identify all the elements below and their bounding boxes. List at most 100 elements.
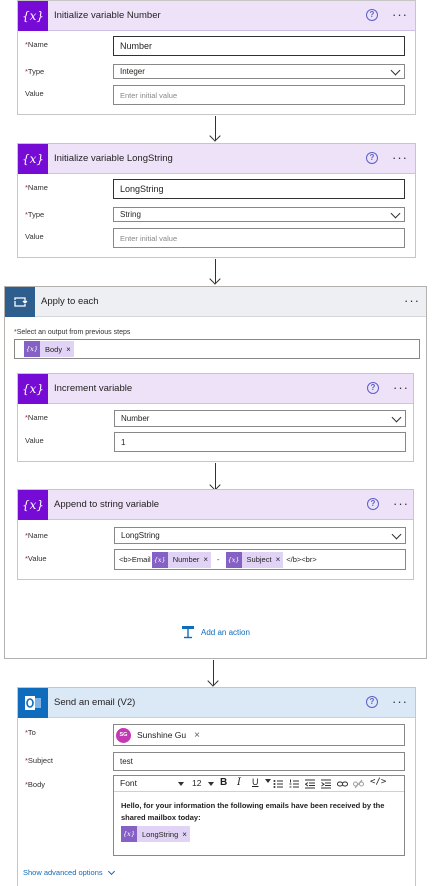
chevron-down-icon — [390, 208, 401, 219]
longstring-token[interactable]: {x} LongString × — [121, 826, 190, 842]
remove-icon[interactable]: × — [182, 830, 187, 839]
value-label: Value — [25, 436, 44, 445]
more-options-icon[interactable]: ··· — [404, 294, 420, 307]
connector-arrow — [215, 116, 216, 140]
append-header[interactable]: {x} Append to string variable ? ··· — [18, 490, 413, 520]
help-icon[interactable]: ? — [366, 9, 378, 21]
increment-header[interactable]: {x} Increment variable ? ··· — [18, 374, 413, 404]
type-select[interactable]: String — [113, 207, 405, 222]
numbered-list-icon[interactable] — [289, 779, 299, 789]
format-toolbar: Font 12 B I U </> — [114, 776, 404, 792]
subject-field[interactable]: test — [113, 752, 405, 771]
card-title: Apply to each — [41, 296, 99, 307]
help-icon[interactable]: ? — [366, 696, 378, 708]
bulleted-list-icon[interactable] — [273, 779, 283, 789]
text-color-icon[interactable] — [265, 779, 271, 783]
apply-to-each-header[interactable]: Apply to each ··· — [5, 287, 426, 317]
remove-icon[interactable]: × — [66, 345, 71, 354]
remove-icon[interactable]: × — [194, 730, 200, 741]
value-label: Value — [25, 232, 44, 241]
name-field[interactable]: LongString — [113, 179, 405, 199]
card-title: Append to string variable — [54, 499, 160, 510]
font-select[interactable]: Font — [120, 778, 186, 790]
name-field[interactable]: Number — [113, 36, 405, 56]
unlink-icon[interactable] — [353, 779, 364, 789]
remove-icon[interactable]: × — [203, 555, 208, 564]
variable-icon: {x} — [121, 826, 137, 842]
value-label: *Value — [25, 554, 47, 563]
help-icon[interactable]: ? — [366, 152, 378, 164]
number-token[interactable]: {x} Number × — [151, 551, 212, 568]
variable-icon: {x} — [18, 374, 48, 404]
value-field[interactable]: <b>Email {x} Number × - {x} Subject × </… — [114, 549, 406, 570]
more-options-icon[interactable]: ··· — [393, 381, 409, 394]
value-field[interactable]: 1 — [114, 432, 406, 452]
to-field[interactable]: SG Sunshine Gu × — [113, 724, 405, 746]
value-suffix-text: </b><br> — [286, 555, 317, 564]
select-output-field[interactable]: {x} Body × — [14, 339, 420, 359]
type-label: *Type — [25, 210, 45, 219]
avatar: SG — [116, 727, 131, 743]
italic-icon[interactable]: I — [237, 777, 241, 788]
body-label: *Body — [25, 780, 46, 789]
value-prefix-text: <b>Email — [119, 555, 151, 564]
type-select[interactable]: Integer — [113, 64, 405, 79]
loop-icon — [5, 287, 35, 317]
variable-icon: {x} — [18, 144, 48, 174]
token-label: LongString — [142, 829, 179, 839]
init-number-card: {x} Initialize variable Number ? ··· *Na… — [17, 0, 416, 115]
underline-icon[interactable]: U — [252, 777, 259, 787]
type-value: String — [120, 210, 141, 219]
more-options-icon[interactable]: ··· — [392, 151, 408, 164]
recipient-chip[interactable]: SG Sunshine Gu × — [116, 727, 200, 743]
card-title: Initialize variable LongString — [54, 153, 173, 164]
card-title: Send an email (V2) — [54, 697, 136, 708]
size-value: 12 — [192, 778, 202, 788]
more-options-icon[interactable]: ··· — [392, 8, 408, 21]
more-options-icon[interactable]: ··· — [393, 497, 409, 510]
recipient-name: Sunshine Gu — [137, 730, 187, 740]
name-select[interactable]: LongString — [114, 527, 406, 544]
token-label: Body — [45, 344, 63, 354]
name-label: *Name — [25, 413, 48, 422]
name-label: *Name — [25, 531, 48, 540]
subject-label: *Subject — [25, 756, 53, 765]
name-select[interactable]: Number — [114, 410, 406, 427]
send-email-header[interactable]: Send an email (V2) ? ··· — [18, 688, 415, 718]
more-options-icon[interactable]: ··· — [392, 695, 408, 708]
append-string-card: {x} Append to string variable ? ··· *Nam… — [17, 489, 414, 580]
remove-icon[interactable]: × — [276, 555, 281, 564]
value-label: Value — [25, 89, 44, 98]
bold-icon[interactable]: B — [220, 777, 227, 788]
value-field[interactable]: Enter initial value — [113, 228, 405, 248]
select-output-label: *Select an output from previous steps — [14, 329, 131, 336]
help-icon[interactable]: ? — [367, 382, 379, 394]
outlook-icon — [18, 688, 48, 718]
decrease-indent-icon[interactable] — [305, 779, 315, 789]
token-label: Number — [172, 555, 200, 564]
chevron-down-icon — [107, 867, 115, 875]
help-icon[interactable]: ? — [367, 498, 379, 510]
size-select[interactable]: 12 — [192, 778, 214, 790]
apply-to-each-card: Apply to each ··· *Select an output from… — [4, 286, 427, 659]
increase-indent-icon[interactable] — [321, 779, 331, 789]
body-editor[interactable]: Font 12 B I U </> Hello, for your inform… — [113, 775, 405, 856]
name-value: Number — [121, 414, 150, 423]
font-value: Font — [120, 778, 138, 788]
add-action-button[interactable]: Add an action — [181, 625, 250, 639]
show-advanced-options-link[interactable]: Show advanced options — [23, 867, 115, 877]
subject-token[interactable]: {x} Subject × — [225, 551, 284, 568]
type-label: *Type — [25, 67, 45, 76]
chevron-down-icon — [391, 529, 402, 540]
init-number-header[interactable]: {x} Initialize variable Number ? ··· — [18, 1, 415, 31]
dropdown-arrow-icon — [178, 782, 184, 786]
link-icon[interactable] — [337, 779, 348, 789]
init-longstring-header[interactable]: {x} Initialize variable LongString ? ··· — [18, 144, 415, 174]
token-label: Subject — [246, 555, 272, 564]
chevron-down-icon — [390, 65, 401, 76]
body-token[interactable]: {x} Body × — [24, 341, 74, 357]
send-email-card: Send an email (V2) ? ··· *To SG Sunshine… — [17, 687, 416, 886]
value-field[interactable]: Enter initial value — [113, 85, 405, 105]
variable-icon: {x} — [18, 490, 48, 520]
code-view-icon[interactable]: </> — [370, 777, 386, 787]
